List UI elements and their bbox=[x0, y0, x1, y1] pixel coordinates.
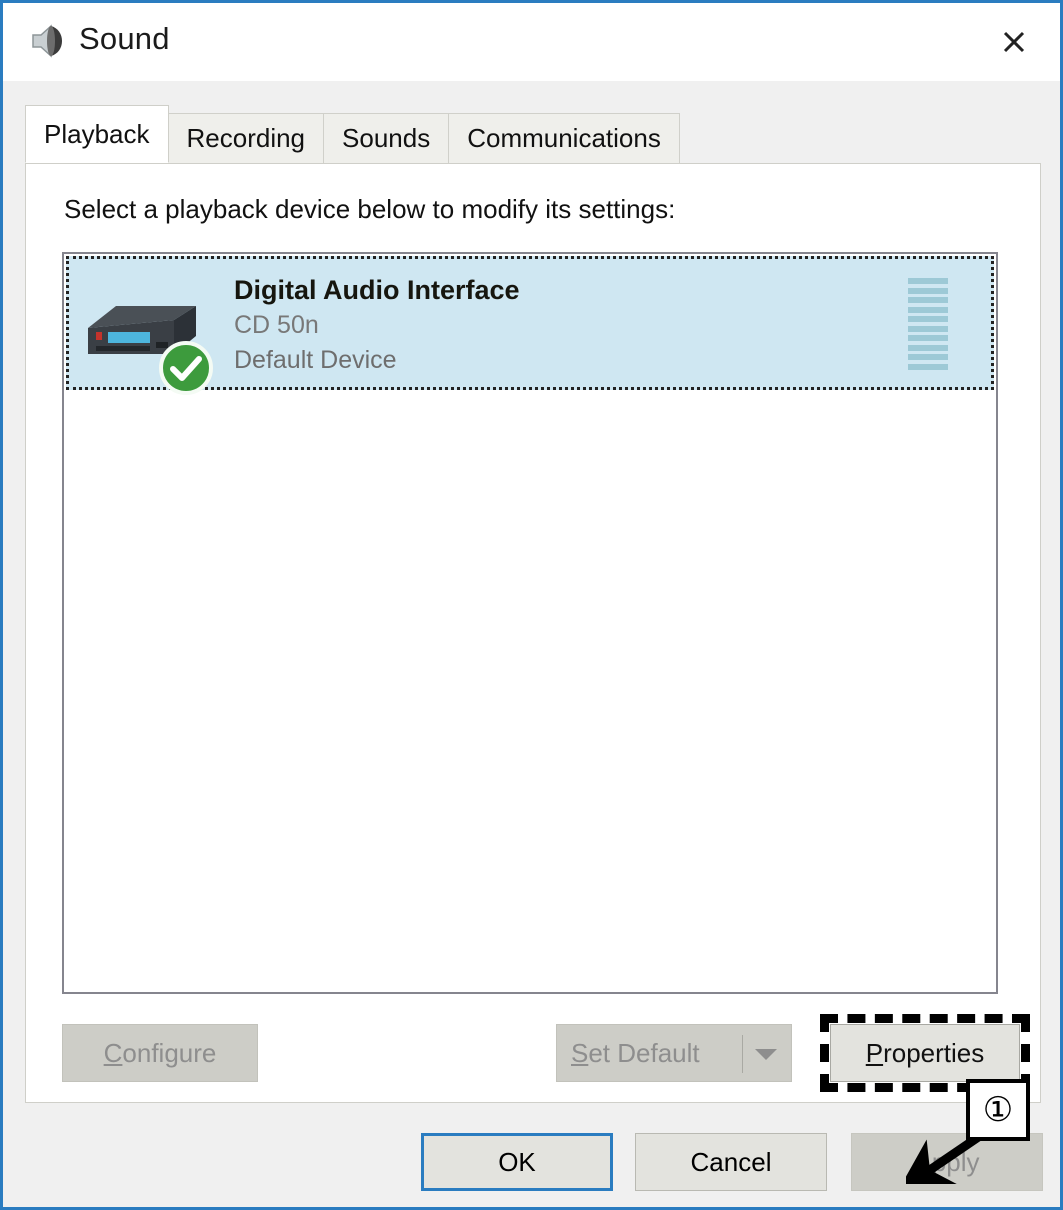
apply-button[interactable]: Apply bbox=[851, 1133, 1043, 1191]
tab-playback-label: Playback bbox=[44, 118, 150, 149]
ok-button[interactable]: OK bbox=[421, 1133, 613, 1191]
device-status: Default Device bbox=[234, 346, 397, 374]
window-title: Sound bbox=[79, 21, 170, 56]
cancel-button[interactable]: Cancel bbox=[635, 1133, 827, 1191]
callout-marker: ① bbox=[966, 1079, 1030, 1141]
tab-recording-label: Recording bbox=[186, 123, 306, 153]
chevron-down-icon[interactable] bbox=[755, 1049, 777, 1060]
cancel-button-label: Cancel bbox=[690, 1146, 772, 1177]
tab-sounds[interactable]: Sounds bbox=[323, 113, 450, 163]
volume-meter-bar bbox=[908, 306, 948, 313]
apply-button-label: Apply bbox=[914, 1146, 980, 1177]
divider bbox=[742, 1035, 743, 1073]
volume-meter-bar bbox=[908, 325, 948, 332]
properties-button[interactable]: Properties bbox=[830, 1024, 1020, 1082]
volume-meter-bar bbox=[908, 354, 948, 361]
tab-communications[interactable]: Communications bbox=[448, 113, 680, 163]
properties-button-label: Properties bbox=[865, 1037, 985, 1068]
tab-strip: Playback Recording Sounds Communications bbox=[25, 105, 1041, 163]
volume-meter-bar bbox=[908, 335, 948, 342]
default-check-badge bbox=[158, 340, 214, 396]
tab-communications-label: Communications bbox=[467, 123, 661, 153]
tab-sounds-label: Sounds bbox=[342, 123, 431, 153]
volume-meter-bar bbox=[908, 316, 948, 323]
volume-meter-bar bbox=[908, 287, 948, 294]
playback-tab-panel: Select a playback device below to modify… bbox=[25, 163, 1041, 1184]
device-model: CD 50n bbox=[234, 311, 319, 339]
volume-meter-bar bbox=[908, 278, 948, 284]
close-icon[interactable] bbox=[968, 3, 1060, 81]
speaker-icon bbox=[25, 19, 69, 63]
device-name: Digital Audio Interface bbox=[234, 275, 520, 305]
volume-meter-bar bbox=[908, 363, 948, 370]
list-item[interactable]: Digital Audio Interface CD 50n Default D… bbox=[66, 256, 994, 395]
volume-meter-bar bbox=[908, 297, 948, 304]
callout-number: ① bbox=[982, 1091, 1014, 1129]
playback-device-list[interactable]: Digital Audio Interface CD 50n Default D… bbox=[62, 252, 998, 994]
volume-meter bbox=[908, 278, 948, 370]
tab-recording[interactable]: Recording bbox=[167, 113, 325, 163]
configure-button[interactable]: Configure bbox=[62, 1024, 258, 1082]
volume-meter-bar bbox=[908, 344, 948, 351]
device-info: Digital Audio Interface CD 50n Default D… bbox=[234, 272, 854, 378]
instruction-text: Select a playback device below to modify… bbox=[64, 194, 676, 224]
tab-playback[interactable]: Playback bbox=[25, 105, 169, 163]
title-bar: Sound bbox=[3, 3, 1060, 81]
set-default-button-label: Set Default bbox=[571, 1037, 700, 1068]
set-default-button[interactable]: Set Default bbox=[556, 1024, 792, 1082]
configure-button-label: Configure bbox=[103, 1037, 217, 1068]
sound-dialog: Sound Playback Recording Sounds Communic… bbox=[0, 0, 1063, 1210]
ok-button-label: OK bbox=[498, 1146, 536, 1177]
